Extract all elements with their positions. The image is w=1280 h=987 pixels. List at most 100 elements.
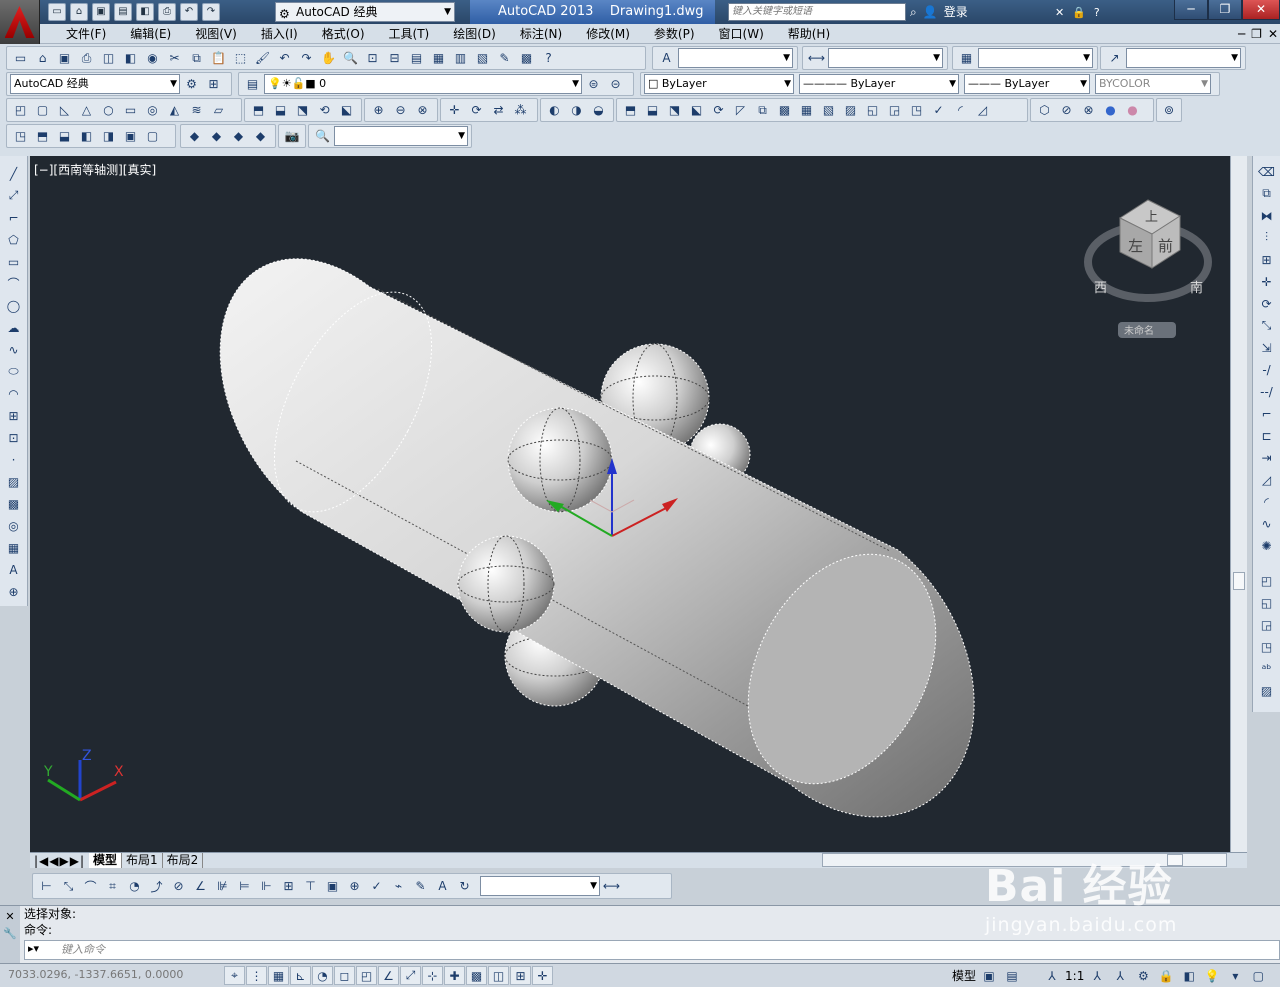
hardware-accel-icon[interactable]: ◧ xyxy=(1179,966,1199,985)
3d-dwf-icon[interactable]: ◉ xyxy=(142,48,163,68)
cone-icon[interactable]: △ xyxy=(76,100,97,120)
subtract-icon[interactable]: ⊖ xyxy=(390,100,411,120)
3d-array-icon[interactable]: ⁂ xyxy=(510,100,531,120)
insert-block-icon[interactable]: ⊞ xyxy=(3,406,25,425)
bottom-view-icon[interactable]: ⬓ xyxy=(54,126,75,146)
helix-icon[interactable]: ≋ xyxy=(186,100,207,120)
menu-tools[interactable]: 工具(T) xyxy=(377,25,442,42)
saveas-icon[interactable]: ▤ xyxy=(114,3,132,21)
tab-layout1[interactable]: 布局1 xyxy=(122,853,163,868)
workspace-select[interactable]: AutoCAD 经典 ▼ xyxy=(10,74,180,94)
wedge-icon[interactable]: ◺ xyxy=(54,100,75,120)
offset-faces-icon[interactable]: ⬔ xyxy=(664,100,685,120)
polygon-icon[interactable]: ⬠ xyxy=(3,230,25,249)
planar-surface-icon[interactable]: ▱ xyxy=(208,100,229,120)
menu-modify[interactable]: 修改(M) xyxy=(574,25,642,42)
horizontal-scroll-thumb[interactable] xyxy=(1167,854,1183,866)
2d-wireframe-icon[interactable]: ⬡ xyxy=(1034,100,1055,120)
sphere-front-bottom[interactable] xyxy=(457,535,555,633)
preview-icon[interactable]: ◫ xyxy=(98,48,119,68)
menu-format[interactable]: 格式(O) xyxy=(310,25,377,42)
draworder-above-icon[interactable]: ◲ xyxy=(1256,615,1278,634)
left-view-icon[interactable]: ◧ xyxy=(76,126,97,146)
help-icon[interactable]: ? xyxy=(1094,6,1100,19)
cut-icon[interactable]: ✂ xyxy=(164,48,185,68)
sphere-front-top[interactable] xyxy=(507,407,613,513)
wireframe-icon[interactable]: ⊘ xyxy=(1056,100,1077,120)
intersect-icon[interactable]: ⊗ xyxy=(412,100,433,120)
gradient-icon[interactable]: ▩ xyxy=(3,494,25,513)
3d-rotate-icon[interactable]: ⟳ xyxy=(466,100,487,120)
baseline-icon[interactable]: ⊨ xyxy=(234,876,255,896)
conceptual-icon[interactable]: ● xyxy=(1122,100,1143,120)
cylinder-icon[interactable]: ▭ xyxy=(120,100,141,120)
lock-ui-icon[interactable]: 🔒 xyxy=(1156,966,1176,985)
draworder-front-icon[interactable]: ◰ xyxy=(1256,571,1278,590)
scale-icon[interactable]: ⤡ xyxy=(1256,316,1278,335)
continue-icon[interactable]: ⊩ xyxy=(256,876,277,896)
viewcube-west[interactable]: 西 xyxy=(1094,281,1107,296)
command-input[interactable]: 键入命令 xyxy=(24,940,1280,960)
dim-text-edit-icon[interactable]: A xyxy=(432,876,453,896)
revision-cloud-icon[interactable]: ☁ xyxy=(3,318,25,337)
status-menu-icon[interactable]: ▾ xyxy=(1225,966,1245,985)
login-area[interactable]: ⌕ 👤 登录 xyxy=(910,2,1040,22)
stretch-icon[interactable]: ⇲ xyxy=(1256,338,1278,357)
markup-icon[interactable]: ✎ xyxy=(494,48,515,68)
annotation-monitor-icon[interactable]: ✛ xyxy=(532,966,553,985)
redo-icon[interactable]: ↷ xyxy=(202,3,220,21)
annotation-scale-icon[interactable]: ⅄ xyxy=(1042,966,1062,985)
hatch-back-icon[interactable]: ▨ xyxy=(1256,681,1278,700)
ordinate-icon[interactable]: ⌗ xyxy=(102,876,123,896)
rotate-icon[interactable]: ⟳ xyxy=(1256,294,1278,313)
torus-icon[interactable]: ◎ xyxy=(142,100,163,120)
shell-icon[interactable]: ◳ xyxy=(906,100,927,120)
calculator-icon[interactable]: ▩ xyxy=(516,48,537,68)
quick-view-drawings-icon[interactable]: ▤ xyxy=(1002,966,1022,985)
copy-faces-icon[interactable]: ⧉ xyxy=(752,100,773,120)
paste-icon[interactable]: 📋 xyxy=(208,48,229,68)
menu-dimension[interactable]: 标注(N) xyxy=(508,25,574,42)
tolerance-icon[interactable]: ▣ xyxy=(322,876,343,896)
dim-style-manager-icon[interactable]: ⟷ xyxy=(601,876,622,896)
arc-icon[interactable]: ⌒ xyxy=(3,274,25,293)
auto-scale-icon[interactable]: ⅄ xyxy=(1110,966,1130,985)
quick-dim-icon[interactable]: ⊯ xyxy=(212,876,233,896)
top-view-icon[interactable]: ⬒ xyxy=(32,126,53,146)
linetype-combo[interactable]: ———— ByLayer ▼ xyxy=(799,74,959,94)
zoom-realtime-icon[interactable]: 🔍 xyxy=(340,48,361,68)
draworder-under-icon[interactable]: ◳ xyxy=(1256,637,1278,656)
viewcube-front[interactable]: 前 xyxy=(1158,237,1173,255)
text-style-icon[interactable]: A xyxy=(656,48,677,68)
match-icon[interactable]: ⬚ xyxy=(230,48,251,68)
menu-parameter[interactable]: 参数(P) xyxy=(642,25,707,42)
break-icon[interactable]: ⊏ xyxy=(1256,426,1278,445)
menu-insert[interactable]: 插入(I) xyxy=(249,25,310,42)
back-view-icon[interactable]: ▢ xyxy=(142,126,163,146)
exchange-icon[interactable]: ✕ xyxy=(1055,6,1064,19)
restore-button[interactable]: ❐ xyxy=(1208,0,1242,20)
dim-style-icon[interactable]: ⟷ xyxy=(806,48,827,68)
color-edges-icon[interactable]: ▧ xyxy=(818,100,839,120)
erase-icon[interactable]: ⌫ xyxy=(1256,162,1278,181)
jogged-icon[interactable]: ⤴ xyxy=(146,876,167,896)
camera-icon[interactable]: 📷 xyxy=(282,126,302,146)
close-button[interactable]: ✕ xyxy=(1242,0,1280,20)
table-style-combo[interactable]: ▼ xyxy=(978,48,1093,68)
region-icon[interactable]: ◎ xyxy=(3,516,25,535)
publish-icon[interactable]: ◧ xyxy=(120,48,141,68)
quick-properties-icon[interactable]: ◫ xyxy=(488,966,509,985)
undo-icon[interactable]: ↶ xyxy=(274,48,295,68)
radius-icon[interactable]: ◔ xyxy=(124,876,145,896)
plotstyle-combo[interactable]: BYCOLOR ▼ xyxy=(1095,74,1211,94)
wrench-icon[interactable]: 🔧 xyxy=(3,927,17,940)
aligned-dim-icon[interactable]: ⤡ xyxy=(58,876,79,896)
design-center-icon[interactable]: ▦ xyxy=(428,48,449,68)
mirror-icon[interactable]: ⧓ xyxy=(1256,206,1278,225)
named-views-icon[interactable]: ◳ xyxy=(10,126,31,146)
selection-cycling-icon[interactable]: ⊞ xyxy=(510,966,531,985)
ducs-icon[interactable]: ⤢ xyxy=(400,966,421,985)
dim-update-icon[interactable]: ↻ xyxy=(454,876,475,896)
menu-file[interactable]: 文件(F) xyxy=(54,25,118,42)
fillet-edge-icon[interactable]: ◜ xyxy=(950,100,971,120)
